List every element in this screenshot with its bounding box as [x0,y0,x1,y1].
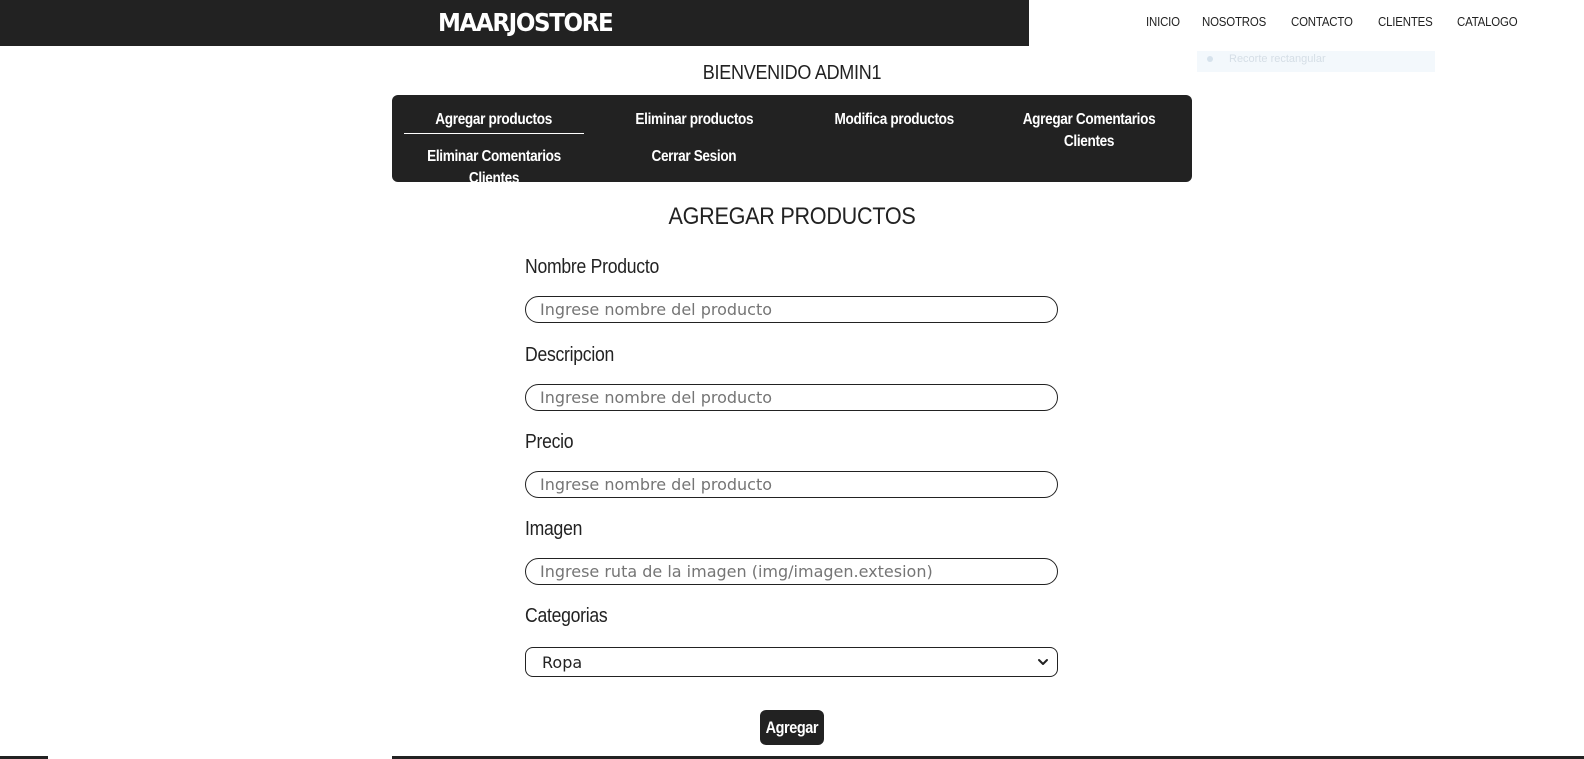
welcome-heading: BIENVENIDO ADMIN1 [702,62,882,84]
nav-clientes[interactable]: CLIENTES [1378,13,1433,31]
placeholder-text: Ingrese nombre del producto [540,475,773,494]
menu-agregar-comentarios[interactable]: Agregar Comentarios Clientes [984,109,1194,153]
placeholder-text: Ingrese nombre del producto [540,300,773,319]
header-bar: MAARJOSTORE [0,0,1029,46]
menu-eliminar-comentarios[interactable]: Eliminar Comentarios Clientes [392,146,596,190]
input-descripcion[interactable]: Ingrese nombre del producto [525,384,1058,411]
brand-logo[interactable]: MAARJOSTORE [438,4,614,42]
select-value: Ropa [542,653,583,672]
input-imagen[interactable]: Ingrese ruta de la imagen (img/imagen.ex… [525,558,1058,585]
select-categorias[interactable]: Ropa [525,647,1058,677]
label-nombre-producto: Nombre Producto [525,256,659,278]
label-imagen: Imagen [525,518,583,540]
nav-catalogo[interactable]: CATALOGO [1457,13,1518,31]
menu-eliminar-productos[interactable]: Eliminar productos [598,109,790,131]
agregar-button[interactable]: Agregar [760,710,824,745]
menu-modifica-productos[interactable]: Modifica productos [798,109,990,131]
top-nav: INICIO NOSOTROS CONTACTO CLIENTES CATALO… [1146,13,1543,31]
form-title: AGREGAR PRODUCTOS [668,203,916,230]
admin-menu: Agregar productos Eliminar productos Mod… [392,95,1194,187]
nav-nosotros[interactable]: NOSOTROS [1202,13,1266,31]
input-precio[interactable]: Ingrese nombre del producto [525,471,1058,498]
nav-inicio[interactable]: INICIO [1146,13,1180,31]
label-categorias: Categorias [525,605,608,627]
placeholder-text: Ingrese ruta de la imagen (img/imagen.ex… [540,562,933,581]
input-nombre-producto[interactable]: Ingrese nombre del producto [525,296,1058,323]
chevron-down-icon [1038,659,1048,665]
label-precio: Precio [525,431,574,453]
label-descripcion: Descripcion [525,344,615,366]
menu-cerrar-sesion[interactable]: Cerrar Sesion [598,146,790,168]
nav-contacto[interactable]: CONTACTO [1291,13,1353,31]
placeholder-text: Ingrese nombre del producto [540,388,773,407]
menu-agregar-productos[interactable]: Agregar productos [398,109,590,134]
